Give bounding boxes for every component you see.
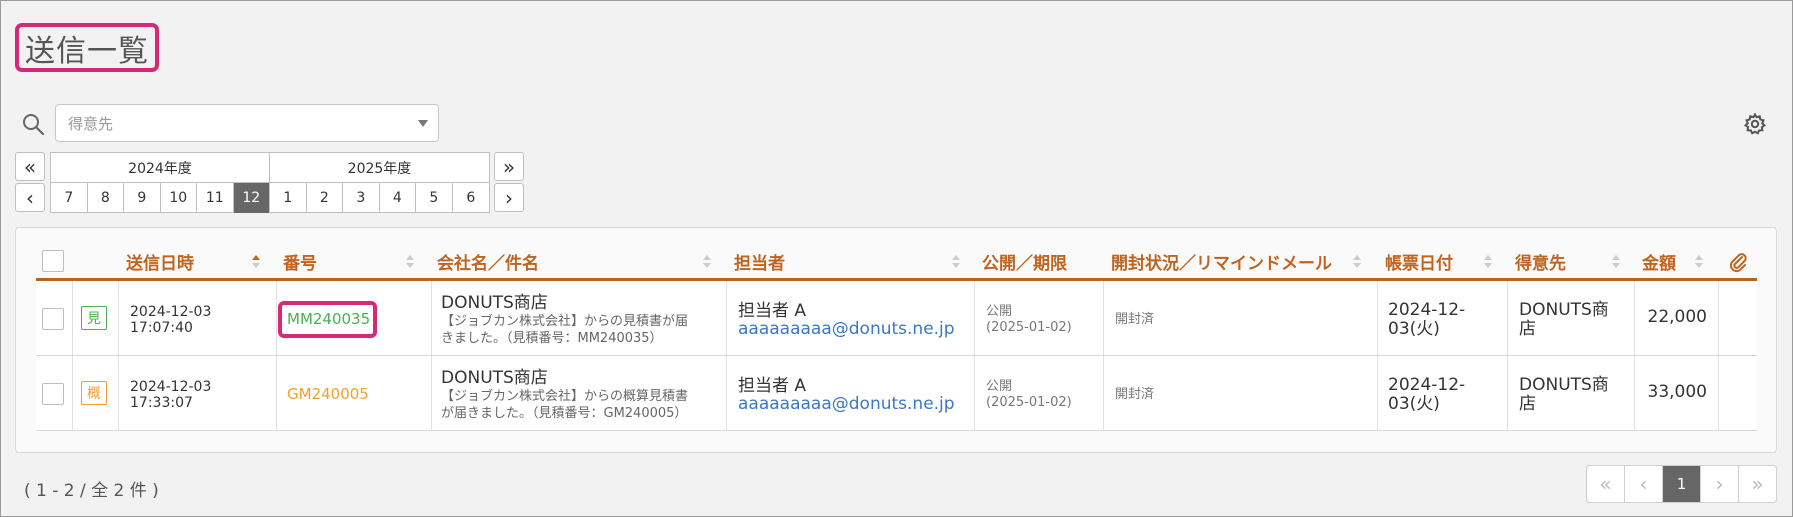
record-count: ( 1 - 2 / 全 2 件 ) [24,481,159,501]
doc-date: 2024-12- 03(火) [1388,375,1466,414]
open-status: 開封済 [1115,387,1155,402]
month-1[interactable]: 1 [270,183,307,213]
month-11[interactable]: 11 [197,183,234,213]
header-staff[interactable]: 担当者 [728,245,785,278]
sort-icon[interactable] [1353,255,1361,269]
client-select[interactable]: 得意先 [55,104,439,142]
amount: 33,000 [1647,382,1707,402]
search-icon[interactable] [21,112,45,136]
gear-icon[interactable] [1743,112,1767,136]
page-title: 送信一覧 [25,33,149,69]
first-page-button[interactable]: « [1586,465,1625,503]
sort-icon[interactable] [952,255,960,269]
doc-number-link[interactable]: GM240005 [287,386,369,402]
sort-asc-icon[interactable] [252,255,260,269]
client-name: DONUTS商 店 [1519,375,1609,414]
sort-icon[interactable] [1612,255,1620,269]
prev-page-button[interactable]: ‹ [1624,465,1663,503]
month-12-active[interactable]: 12 [233,183,271,213]
publish-cell: 公開 (2025-01-02) [986,304,1072,335]
header-publish[interactable]: 公開／期限 [976,245,1067,278]
doc-date: 2024-12- 03(火) [1388,300,1466,339]
table-row[interactable]: 概 2024-12-03 17:33:07 GM240005 DONUTS商店 … [36,356,1757,431]
sort-icon[interactable] [1484,255,1492,269]
type-badge-mitsumori: 見 [81,306,107,330]
header-amount[interactable]: 金額 [1636,245,1676,278]
row-checkbox[interactable] [42,383,64,405]
select-all-checkbox[interactable] [42,250,64,272]
staff-email-link[interactable]: aaaaaaaaa@donuts.ne.jp [738,396,955,413]
header-client[interactable]: 得意先 [1509,245,1566,278]
prev-year-button[interactable]: « [15,152,45,181]
sort-icon[interactable] [1695,255,1703,269]
month-10[interactable]: 10 [161,183,198,213]
doc-number-link[interactable]: MM240035 [287,311,370,327]
company-subject: DONUTS商店 【ジョブカン株式会社】からの概算見積書 が届きました。（見積番… [441,368,689,421]
month-9[interactable]: 9 [124,183,161,213]
attachment-icon [1729,253,1747,273]
sort-icon[interactable] [703,255,711,269]
publish-cell: 公開 (2025-01-02) [986,379,1072,410]
staff-email-link[interactable]: aaaaaaaaa@donuts.ne.jp [738,321,955,338]
client-select-placeholder: 得意先 [68,114,114,133]
header-doc-date[interactable]: 帳票日付 [1379,245,1453,278]
header-sent-at[interactable]: 送信日時 [120,245,194,278]
page-1-button[interactable]: 1 [1662,465,1701,503]
month-3[interactable]: 3 [343,183,380,213]
header-open-status[interactable]: 開封状況／リマインドメール [1105,245,1332,278]
month-8[interactable]: 8 [88,183,125,213]
prev-month-button[interactable]: ‹ [15,183,45,212]
month-6[interactable]: 6 [453,183,490,213]
month-4[interactable]: 4 [380,183,417,213]
year-2025[interactable]: 2025年度 [270,153,489,183]
month-2[interactable]: 2 [307,183,344,213]
page-title-highlight: 送信一覧 [15,23,159,72]
fiscal-calendar: 2024年度 2025年度 7 8 9 10 11 12 1 2 3 4 5 6 [50,152,490,213]
next-month-button[interactable]: › [494,183,524,212]
last-page-button[interactable]: » [1738,465,1777,503]
header-number[interactable]: 番号 [277,245,317,278]
table-row[interactable]: 見 2024-12-03 17:07:40 MM240035 DONUTS商店 … [36,281,1757,356]
staff-cell: 担当者 A aaaaaaaaa@donuts.ne.jp [738,301,955,339]
staff-cell: 担当者 A aaaaaaaaa@donuts.ne.jp [738,376,955,414]
sent-datetime: 2024-12-03 17:33:07 [130,379,212,411]
next-page-button[interactable]: › [1700,465,1739,503]
chevron-down-icon [418,120,428,127]
row-checkbox[interactable] [42,308,64,330]
sort-icon[interactable] [406,255,414,269]
month-7[interactable]: 7 [51,183,88,213]
next-year-button[interactable]: » [494,152,524,181]
open-status: 開封済 [1115,312,1155,327]
company-subject: DONUTS商店 【ジョブカン株式会社】からの見積書が届 きました。（見積番号：… [441,293,689,346]
table-header: 送信日時 番号 会社名／件名 担当者 公開／期限 開封状況／リマインドメール 帳… [36,245,1757,281]
sent-datetime: 2024-12-03 17:07:40 [130,304,212,336]
header-company[interactable]: 会社名／件名 [431,245,539,278]
year-2024[interactable]: 2024年度 [51,153,270,183]
client-name: DONUTS商 店 [1519,300,1609,339]
month-5[interactable]: 5 [416,183,453,213]
type-badge-gaisan: 概 [81,381,107,405]
amount: 22,000 [1647,307,1707,327]
